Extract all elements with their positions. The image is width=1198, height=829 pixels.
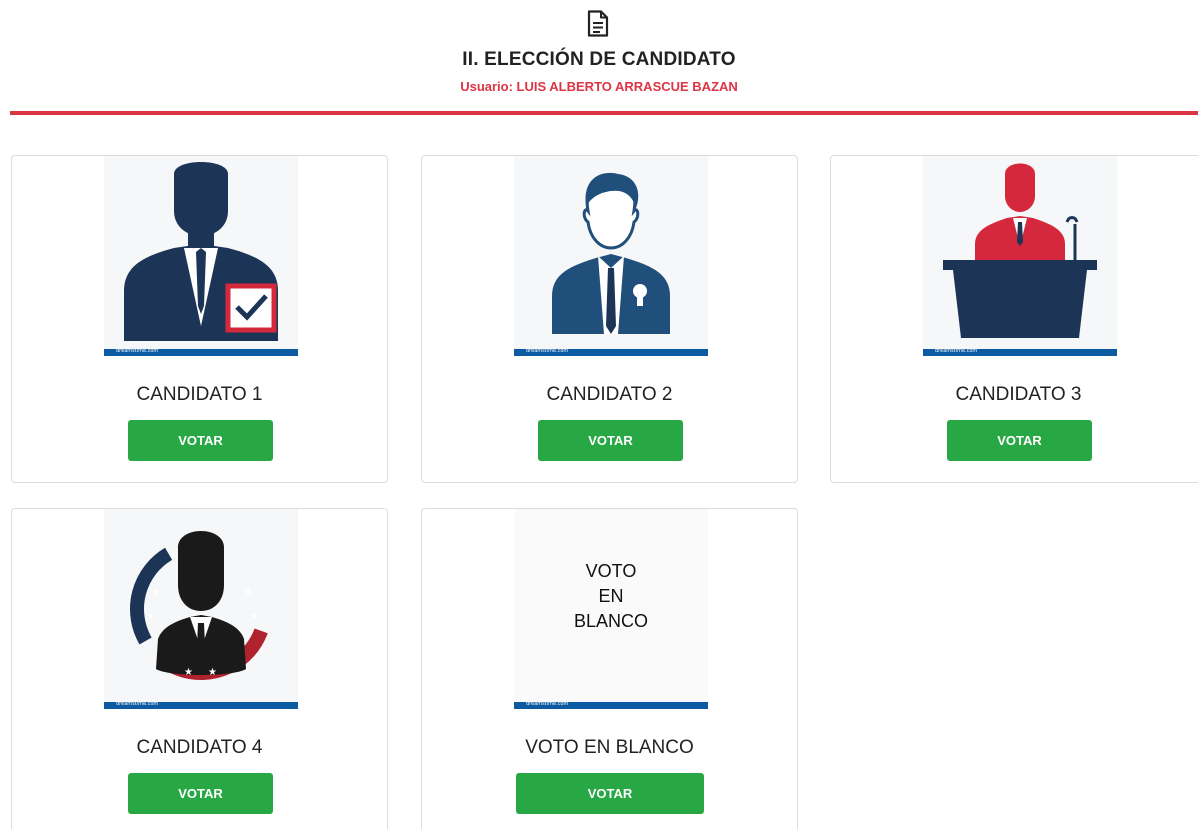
blank-vote-line: EN (598, 586, 624, 606)
svg-text:★: ★ (152, 587, 161, 598)
candidate-checkmark-icon (104, 156, 298, 356)
candidate-ribbon-icon (514, 156, 708, 356)
vote-button[interactable]: VOTAR (538, 420, 683, 461)
svg-text:★: ★ (146, 611, 155, 622)
watermark-bar: dreamstime.com (923, 348, 1117, 356)
blank-vote-line: VOTO (585, 561, 637, 581)
watermark-bar: dreamstime.com (104, 701, 298, 709)
candidate-card: dreamstime.com CANDIDATO 3 VOTAR (830, 155, 1198, 483)
watermark-text: dreamstime.com (116, 701, 159, 707)
watermark-text: dreamstime.com (526, 348, 569, 354)
page-title: II. ELECCIÓN DE CANDIDATO (462, 49, 736, 70)
watermark-text: dreamstime.com (526, 701, 569, 707)
blank-vote-name: VOTO EN BLANCO (525, 737, 694, 758)
svg-text:★: ★ (184, 667, 193, 678)
blank-vote-image: VOTO EN BLANCO dreamstime.com (514, 509, 708, 709)
document-icon (587, 10, 609, 37)
header-divider (10, 111, 1198, 115)
candidate-name: CANDIDATO 4 (136, 737, 263, 758)
blank-vote-line: BLANCO (573, 611, 649, 631)
blank-vote-card: VOTO EN BLANCO dreamstime.com VOTO EN BL… (421, 508, 798, 829)
candidate-podium-icon (923, 156, 1117, 356)
candidate-card: dreamstime.com CANDIDATO 1 VOTAR (11, 155, 388, 483)
candidate-name: CANDIDATO 3 (955, 384, 1082, 405)
vote-button[interactable]: VOTAR (128, 420, 273, 461)
watermark-bar: dreamstime.com (514, 348, 708, 356)
candidate-image: dreamstime.com (514, 156, 708, 356)
vote-button[interactable]: VOTAR (947, 420, 1092, 461)
svg-text:★: ★ (244, 587, 253, 598)
candidate-name: CANDIDATO 1 (136, 384, 263, 405)
watermark-bar: dreamstime.com (514, 701, 708, 709)
svg-text:★: ★ (208, 667, 217, 678)
vote-button[interactable]: VOTAR (516, 773, 704, 814)
candidate-card: dreamstime.com CANDIDATO 2 VOTAR (421, 155, 798, 483)
candidate-name: CANDIDATO 2 (546, 384, 673, 405)
watermark-bar: dreamstime.com (104, 348, 298, 356)
candidate-image: dreamstime.com (104, 156, 298, 356)
candidate-image: dreamstime.com (923, 156, 1117, 356)
candidate-image: ★ ★ ★ ★ ★ ★ dreamstime.com (104, 509, 298, 709)
user-label: Usuario: LUIS ALBERTO ARRASCUE BAZAN (460, 79, 738, 94)
watermark-text: dreamstime.com (935, 348, 978, 354)
candidate-card: ★ ★ ★ ★ ★ ★ dreamstime.com CANDIDATO 4 V… (11, 508, 388, 829)
vote-button[interactable]: VOTAR (128, 773, 273, 814)
candidate-stars-icon: ★ ★ ★ ★ ★ ★ (104, 509, 298, 709)
page-header: II. ELECCIÓN DE CANDIDATO Usuario: LUIS … (0, 0, 1198, 118)
svg-text:★: ★ (250, 611, 259, 622)
watermark-text: dreamstime.com (116, 348, 159, 354)
